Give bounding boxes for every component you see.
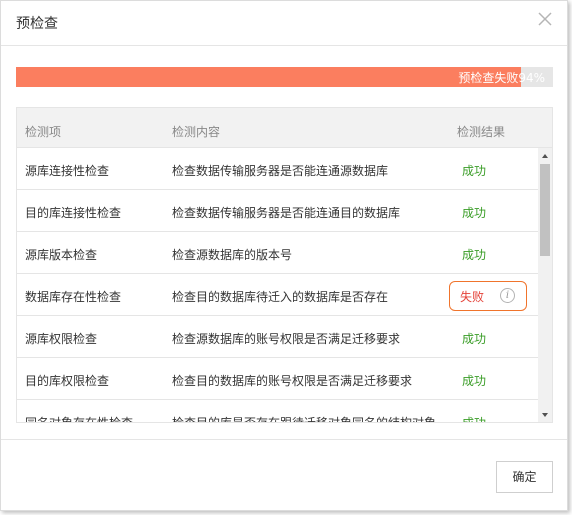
check-item: 源库连接性检查 [25, 164, 110, 178]
table-row: 源库连接性检查 检查数据传输服务器是否能连通源数据库 成功 [17, 148, 538, 190]
table-body[interactable]: 源库连接性检查 检查数据传输服务器是否能连通源数据库 成功 目的库连接性检查 检… [17, 148, 538, 423]
check-item: 源库版本检查 [25, 248, 98, 262]
table-scrollbar[interactable] [538, 148, 552, 422]
check-content: 检查源数据库的版本号 [172, 248, 293, 262]
check-content: 检查目的库是否存在跟待迁移对象同名的结构对象 [172, 416, 437, 423]
confirm-button[interactable]: 确定 [496, 461, 553, 493]
progress-fill [16, 67, 521, 87]
scroll-up-icon[interactable] [538, 149, 552, 163]
progress-text: 预检查失败94% [458, 71, 545, 85]
footer-divider [1, 439, 567, 440]
close-icon[interactable] [535, 9, 555, 29]
check-result-fail: 失败 [460, 290, 485, 304]
check-content: 检查数据传输服务器是否能连通目的数据库 [172, 206, 401, 220]
scroll-down-icon[interactable] [538, 408, 552, 422]
table-row: 目的库连接性检查 检查数据传输服务器是否能连通目的数据库 成功 [17, 190, 538, 232]
table-row: 同名对象存在性检查 检查目的库是否存在跟待迁移对象同名的结构对象 成功 [17, 400, 538, 423]
check-result-success: 成功 [462, 374, 487, 388]
dialog-header: 预检查 [1, 1, 567, 46]
check-content: 检查源数据库的账号权限是否满足迁移要求 [172, 332, 401, 346]
table-row: 源库权限检查 检查源数据库的账号权限是否满足迁移要求 成功 [17, 316, 538, 358]
table-row: 数据库存在性检查 检查目的数据库待迁入的数据库是否存在 失败 i [17, 274, 538, 316]
check-item: 数据库存在性检查 [25, 290, 122, 304]
check-item: 目的库权限检查 [25, 374, 110, 388]
table-row: 源库版本检查 检查源数据库的版本号 成功 [17, 232, 538, 274]
header-result: 检测结果 [457, 125, 506, 139]
check-result-success: 成功 [462, 248, 487, 262]
table-header: 检测项 检测内容 检测结果 [17, 108, 552, 148]
check-item: 目的库连接性检查 [25, 206, 122, 220]
check-table: 检测项 检测内容 检测结果 源库连接性检查 检查数据传输服务器是否能连通源数据库… [16, 107, 553, 423]
precheck-progress-bar: 预检查失败94% [16, 67, 553, 87]
check-item: 同名对象存在性检查 [25, 416, 134, 423]
precheck-dialog: 预检查 预检查失败94% 检测项 检测内容 检测结果 源库连接性检查 检查数据传… [0, 0, 568, 511]
check-result-success: 成功 [462, 332, 487, 346]
check-result-success: 成功 [462, 206, 487, 220]
header-content: 检测内容 [172, 125, 221, 139]
header-item: 检测项 [25, 125, 62, 139]
check-item: 源库权限检查 [25, 332, 98, 346]
info-icon[interactable]: i [500, 288, 515, 303]
dialog-title: 预检查 [16, 16, 58, 32]
table-row: 目的库权限检查 检查目的数据库的账号权限是否满足迁移要求 成功 [17, 358, 538, 400]
check-result-success: 成功 [462, 416, 487, 423]
check-content: 检查目的数据库的账号权限是否满足迁移要求 [172, 374, 413, 388]
check-content: 检查数据传输服务器是否能连通源数据库 [172, 164, 389, 178]
scrollbar-thumb[interactable] [540, 164, 550, 256]
check-content: 检查目的数据库待迁入的数据库是否存在 [172, 290, 389, 304]
check-result-success: 成功 [462, 164, 487, 178]
